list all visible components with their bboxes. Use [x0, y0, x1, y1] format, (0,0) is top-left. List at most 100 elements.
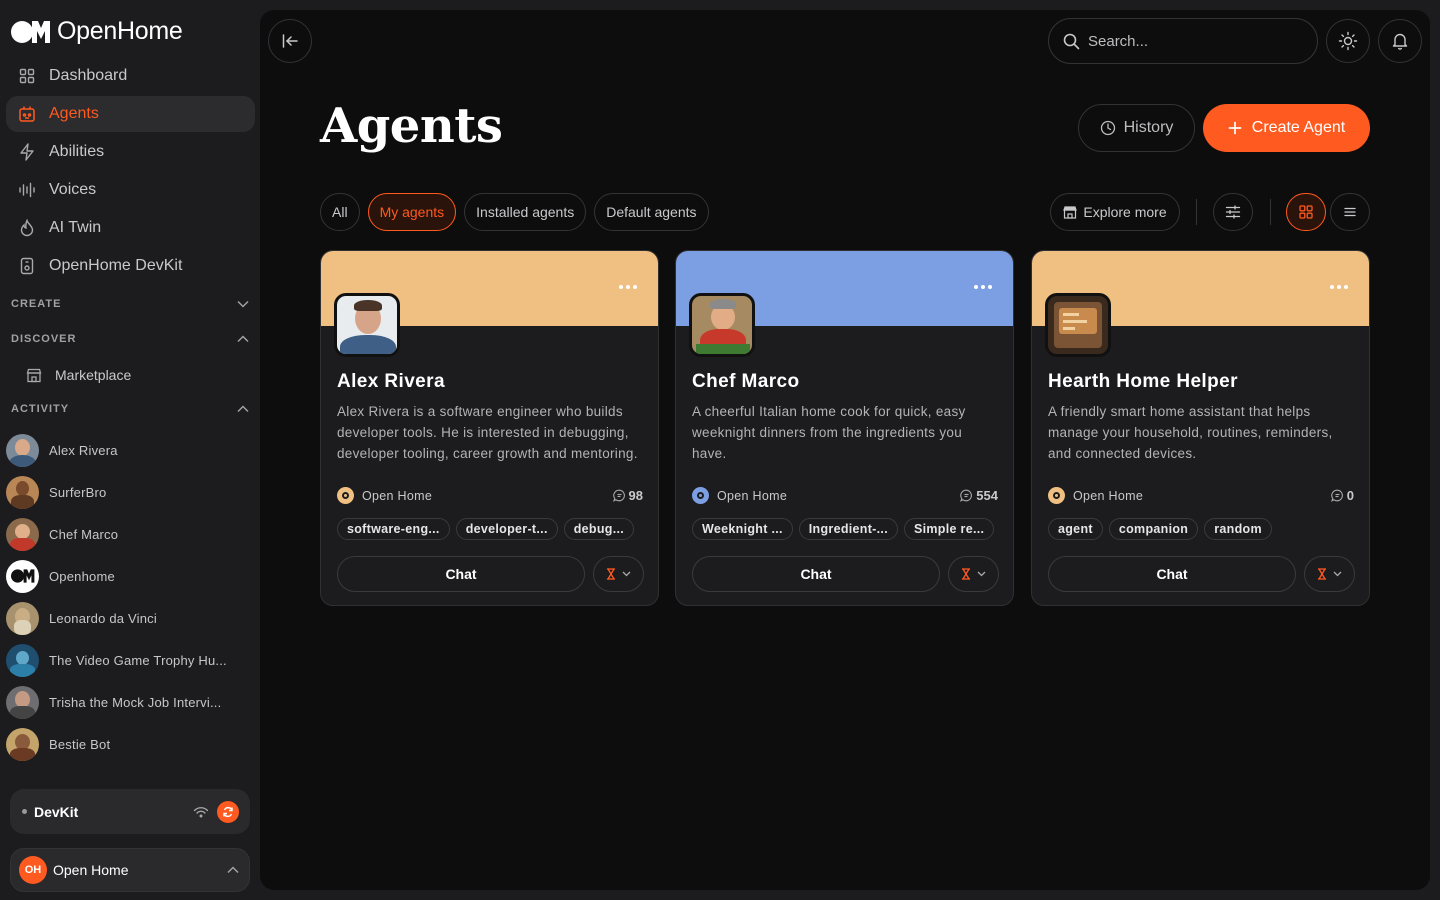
tag: Simple re... [903, 518, 995, 540]
wifi-icon [193, 806, 209, 818]
tag: Weeknight ... [692, 518, 793, 540]
activity-item[interactable]: Trisha the Mock Job Intervi... [6, 681, 254, 723]
filter-default-agents[interactable]: Default agents [594, 193, 709, 231]
activity-item[interactable]: The Video Game Trophy Hu... [6, 639, 254, 681]
nav-abilities[interactable]: Abilities [6, 134, 255, 170]
avatar [6, 559, 39, 593]
install-dropdown-button[interactable] [948, 556, 999, 592]
nav-label: AI Twin [49, 219, 102, 236]
nav-devkit[interactable]: OpenHome DevKit [6, 248, 255, 284]
account-switcher[interactable]: OH Open Home [10, 848, 250, 892]
explore-more-button[interactable]: Explore more [1050, 193, 1180, 231]
message-count-value: 98 [628, 488, 643, 503]
device-icon [18, 257, 36, 275]
agent-description: A cheerful Italian home cook for quick, … [692, 404, 966, 461]
owner-badge-icon [1048, 487, 1065, 504]
activity-name: Alex Rivera [49, 442, 118, 458]
activity-item[interactable]: Chef Marco [6, 513, 254, 555]
activity-name: Bestie Bot [49, 736, 111, 752]
brand-logo[interactable]: OpenHome [11, 17, 183, 46]
account-avatar: OH [19, 856, 47, 884]
devkit-label: DevKit [34, 803, 79, 820]
nav-voices[interactable]: Voices [6, 172, 255, 208]
nav-dashboard[interactable]: Dashboard [6, 58, 255, 94]
activity-item[interactable]: Leonardo da Vinci [6, 597, 254, 639]
message-count: 98 [612, 488, 643, 503]
more-options-button[interactable] [1327, 277, 1351, 297]
collapse-icon [282, 34, 298, 48]
create-agent-button[interactable]: Create Agent [1203, 104, 1370, 152]
chat-button[interactable]: Chat [337, 556, 585, 592]
nav-marketplace[interactable]: Marketplace [26, 364, 131, 386]
chat-button[interactable]: Chat [692, 556, 940, 592]
avatar [6, 475, 39, 509]
install-dropdown-button[interactable] [593, 556, 644, 592]
main-content: Agents History Create Agent All My agent… [260, 10, 1430, 890]
devkit-status[interactable]: DevKit [10, 789, 250, 834]
list-view-button[interactable] [1330, 193, 1370, 231]
agent-card[interactable]: Chef Marco A cheerful Italian home cook … [675, 250, 1014, 606]
section-discover[interactable]: DISCOVER [11, 333, 249, 345]
hourglass-icon [607, 568, 615, 580]
history-button[interactable]: History [1078, 104, 1195, 152]
openhome-logo-icon [10, 569, 34, 583]
activity-item[interactable]: Alex Rivera [6, 429, 254, 471]
flame-icon [18, 219, 36, 237]
tag-list: agent companion random [1048, 518, 1358, 540]
chat-bubble-icon [960, 489, 973, 502]
waveform-icon [18, 181, 36, 199]
notifications-button[interactable] [1378, 19, 1422, 63]
agent-owner: Open Home [1048, 487, 1143, 504]
chevron-up-icon [227, 866, 239, 874]
avatar [6, 727, 39, 761]
chat-button[interactable]: Chat [1048, 556, 1296, 592]
sliders-icon [1225, 205, 1241, 219]
agent-name: Hearth Home Helper [1048, 371, 1238, 392]
theme-toggle-button[interactable] [1326, 19, 1370, 63]
sidebar: OpenHome Dashboard Agents Abilities Voic… [0, 0, 260, 900]
search-icon [1063, 33, 1080, 50]
filter-all[interactable]: All [320, 193, 360, 231]
search-box[interactable] [1048, 18, 1318, 64]
agent-card[interactable]: Alex Rivera Alex Rivera is a software en… [320, 250, 659, 606]
owner-name: Open Home [1073, 488, 1144, 503]
account-name: Open Home [53, 862, 129, 878]
filter-my-agents[interactable]: My agents [367, 193, 457, 231]
activity-item[interactable]: SurferBro [6, 471, 254, 513]
history-label: History [1123, 119, 1174, 136]
nav-ai-twin[interactable]: AI Twin [6, 210, 255, 246]
section-create[interactable]: CREATE [11, 298, 249, 310]
owner-badge-icon [337, 487, 354, 504]
tag: developer-t... [455, 518, 558, 540]
agent-card[interactable]: Hearth Home Helper A friendly smart home… [1031, 250, 1370, 606]
more-options-button[interactable] [971, 277, 995, 297]
activity-item[interactable]: Bestie Bot [6, 723, 254, 765]
tag: companion [1108, 518, 1199, 540]
agent-description: Alex Rivera is a software engineer who b… [337, 404, 638, 461]
more-options-button[interactable] [616, 277, 640, 297]
activity-name: Trisha the Mock Job Intervi... [49, 694, 222, 710]
section-label: DISCOVER [11, 333, 77, 345]
nav-agents[interactable]: Agents [6, 96, 255, 132]
store-icon [26, 368, 42, 383]
grid-view-button[interactable] [1286, 193, 1326, 231]
message-count-value: 554 [976, 488, 998, 503]
refresh-button[interactable] [217, 800, 239, 823]
install-dropdown-button[interactable] [1304, 556, 1355, 592]
nav-label: Agents [49, 105, 99, 122]
create-agent-label: Create Agent [1251, 119, 1346, 136]
activity-item[interactable]: Openhome [6, 555, 254, 597]
tag: random [1204, 518, 1272, 540]
search-input[interactable] [1088, 32, 1288, 50]
filter-settings-button[interactable] [1213, 193, 1253, 231]
nav-label: Dashboard [49, 67, 128, 84]
chevron-up-icon [237, 335, 249, 343]
message-count-value: 0 [1346, 488, 1354, 503]
message-count: 0 [1330, 488, 1354, 503]
avatar [6, 517, 39, 551]
status-dot [22, 809, 27, 814]
section-activity[interactable]: ACTIVITY [11, 403, 249, 415]
filter-installed-agents[interactable]: Installed agents [464, 193, 587, 231]
collapse-sidebar-button[interactable] [268, 19, 312, 63]
activity-list: Alex Rivera SurferBro Chef Marco Openhom… [6, 429, 254, 765]
